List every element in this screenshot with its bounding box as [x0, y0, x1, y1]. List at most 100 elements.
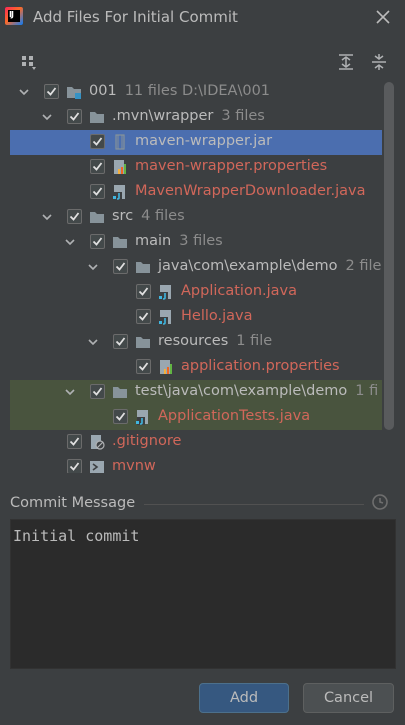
- tree-row[interactable]: test\java\com\example\demo 1 fi: [10, 380, 382, 405]
- tree-row[interactable]: maven-wrapper.jar: [10, 130, 382, 155]
- checkmark-icon: [69, 212, 80, 221]
- cancel-button[interactable]: Cancel: [303, 683, 394, 713]
- tree-row[interactable]: src 4 files: [10, 205, 382, 230]
- checkmark-icon: [115, 262, 126, 271]
- tree-item-label: maven-wrapper.jar: [135, 133, 272, 149]
- item-name: mvnw: [112, 458, 156, 473]
- tree-row[interactable]: Hello.java: [10, 305, 382, 330]
- chevron-down-icon[interactable]: [41, 111, 53, 123]
- item-name: maven-wrapper.jar: [135, 133, 273, 149]
- tree-item-label: Hello.java: [181, 308, 253, 324]
- tree-item-label: Application.java: [181, 283, 297, 299]
- item-meta: 1 fi: [355, 383, 379, 399]
- folder-icon: [136, 337, 150, 348]
- shell-script-icon: [90, 461, 104, 473]
- expand-all-icon[interactable]: [336, 52, 356, 72]
- tree-row[interactable]: resources 1 file: [10, 330, 382, 355]
- tree-scrollbar[interactable]: [384, 82, 394, 472]
- chevron-down-icon[interactable]: [41, 211, 53, 223]
- tree-item-label: .mvn\wrapper 3 files: [112, 108, 265, 124]
- tree-row[interactable]: mvnw: [10, 455, 382, 473]
- java-file-icon: [159, 285, 171, 300]
- checkbox[interactable]: [113, 259, 128, 274]
- jar-icon: [115, 134, 125, 150]
- item-name: test\java\com\example\demo: [135, 383, 348, 399]
- folder-icon: [136, 262, 150, 273]
- tree-item-label: maven-wrapper.properties: [135, 158, 327, 174]
- tree-row[interactable]: java\com\example\demo 2 file: [10, 255, 382, 280]
- checkmark-icon: [115, 412, 126, 421]
- item-name: .gitignore: [112, 433, 182, 449]
- chevron-down-icon[interactable]: [18, 86, 30, 98]
- tree-row[interactable]: .gitignore: [10, 430, 382, 455]
- tree-item-label: 001 11 files D:\IDEA\001: [89, 83, 270, 99]
- tree-row[interactable]: ApplicationTests.java: [10, 405, 382, 430]
- tree-item-label: application.properties: [181, 358, 340, 374]
- checkbox[interactable]: [90, 234, 105, 249]
- item-meta: 2 file: [345, 258, 382, 274]
- item-name: ApplicationTests.java: [158, 408, 311, 424]
- checkbox[interactable]: [67, 434, 82, 449]
- checkmark-icon: [69, 462, 80, 471]
- checkmark-icon: [138, 362, 149, 371]
- checkbox[interactable]: [67, 209, 82, 224]
- item-name: java\com\example\demo: [158, 258, 338, 274]
- tree-row[interactable]: maven-wrapper.properties: [10, 155, 382, 180]
- checkbox[interactable]: [136, 309, 151, 324]
- checkbox[interactable]: [67, 109, 82, 124]
- item-name: MavenWrapperDownloader.java: [135, 183, 366, 199]
- tree-row[interactable]: .mvn\wrapper 3 files: [10, 105, 382, 130]
- item-name: .mvn\wrapper: [112, 108, 214, 124]
- checkbox[interactable]: [67, 459, 82, 473]
- chevron-down-icon[interactable]: [87, 336, 99, 348]
- checkbox[interactable]: [90, 134, 105, 149]
- close-icon[interactable]: [373, 7, 393, 27]
- commit-message-input[interactable]: Initial commit: [10, 519, 396, 669]
- checkbox[interactable]: [136, 284, 151, 299]
- scrollbar-thumb[interactable]: [384, 82, 394, 430]
- tree-row[interactable]: Application.java: [10, 280, 382, 305]
- add-button[interactable]: Add: [199, 683, 289, 713]
- checkmark-icon: [92, 387, 103, 396]
- checkmark-icon: [138, 287, 149, 296]
- tree-item-label: ApplicationTests.java: [158, 408, 310, 424]
- checkbox[interactable]: [90, 384, 105, 399]
- tree-row[interactable]: application.properties: [10, 355, 382, 380]
- checkmark-icon: [92, 187, 103, 196]
- java-file-icon: [136, 410, 148, 425]
- checkbox[interactable]: [113, 409, 128, 424]
- checkmark-icon: [69, 112, 80, 121]
- checkbox[interactable]: [113, 334, 128, 349]
- item-name: Application.java: [181, 283, 298, 299]
- checkmark-icon: [46, 87, 57, 96]
- collapse-all-icon[interactable]: [369, 52, 389, 72]
- chevron-down-icon[interactable]: [64, 386, 76, 398]
- folder-icon: [113, 237, 127, 248]
- item-name: main: [135, 233, 172, 249]
- folder-icon: [113, 387, 127, 398]
- tree-item-label: src 4 files: [112, 208, 185, 224]
- tree-item-label: MavenWrapperDownloader.java: [135, 183, 366, 199]
- item-meta: 3 files: [179, 233, 223, 249]
- checkbox[interactable]: [90, 159, 105, 174]
- checkbox[interactable]: [44, 84, 59, 99]
- item-name: application.properties: [181, 358, 340, 374]
- item-meta: 4 files: [141, 208, 185, 224]
- checkmark-icon: [92, 237, 103, 246]
- java-file-icon: [113, 185, 125, 200]
- item-name: resources: [158, 333, 229, 349]
- item-name: 001: [89, 83, 117, 99]
- commit-message-text: Initial commit: [13, 527, 140, 545]
- item-name: Hello.java: [181, 308, 253, 324]
- tree-row[interactable]: MavenWrapperDownloader.java: [10, 180, 382, 205]
- checkbox[interactable]: [90, 184, 105, 199]
- chevron-down-icon[interactable]: [64, 236, 76, 248]
- ignore-file-icon: [91, 435, 105, 450]
- checkbox[interactable]: [136, 359, 151, 374]
- tree-row[interactable]: main 3 files: [10, 230, 382, 255]
- group-by-icon[interactable]: [20, 53, 40, 73]
- commit-history-icon[interactable]: [371, 493, 389, 511]
- tree-row[interactable]: 001 11 files D:\IDEA\001: [10, 80, 382, 105]
- tree-item-label: resources 1 file: [158, 333, 272, 349]
- chevron-down-icon[interactable]: [87, 261, 99, 273]
